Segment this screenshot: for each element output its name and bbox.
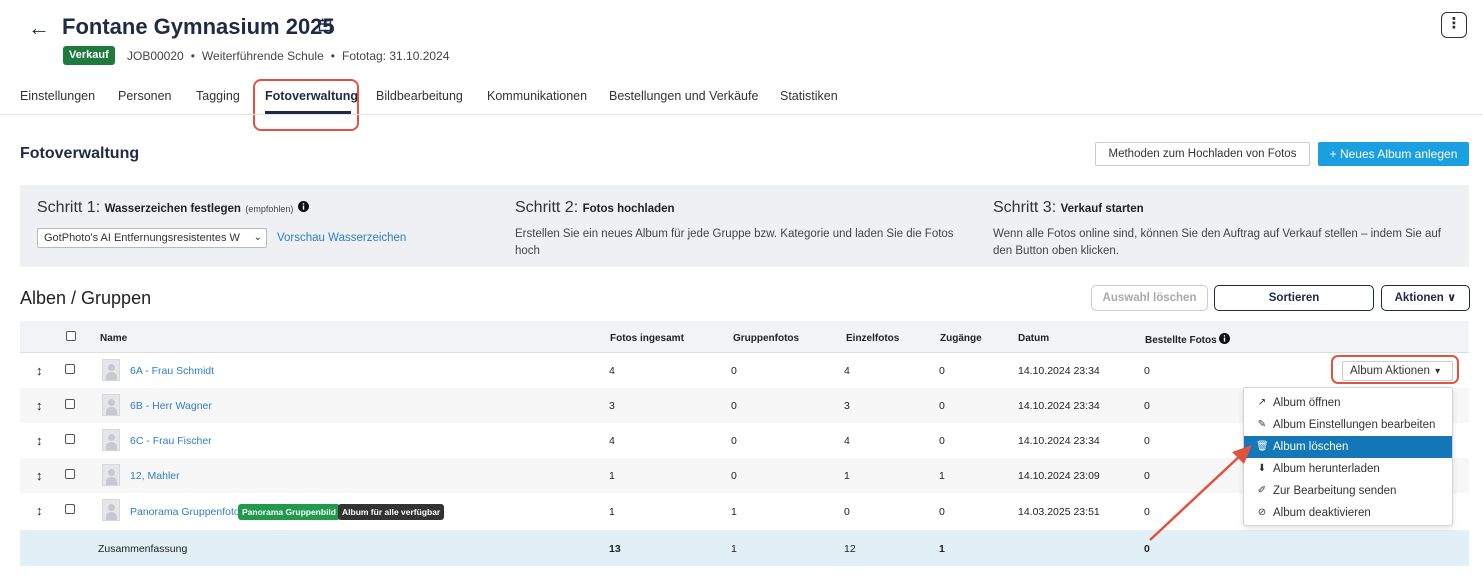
annotation-arrow: [1149, 445, 1252, 541]
